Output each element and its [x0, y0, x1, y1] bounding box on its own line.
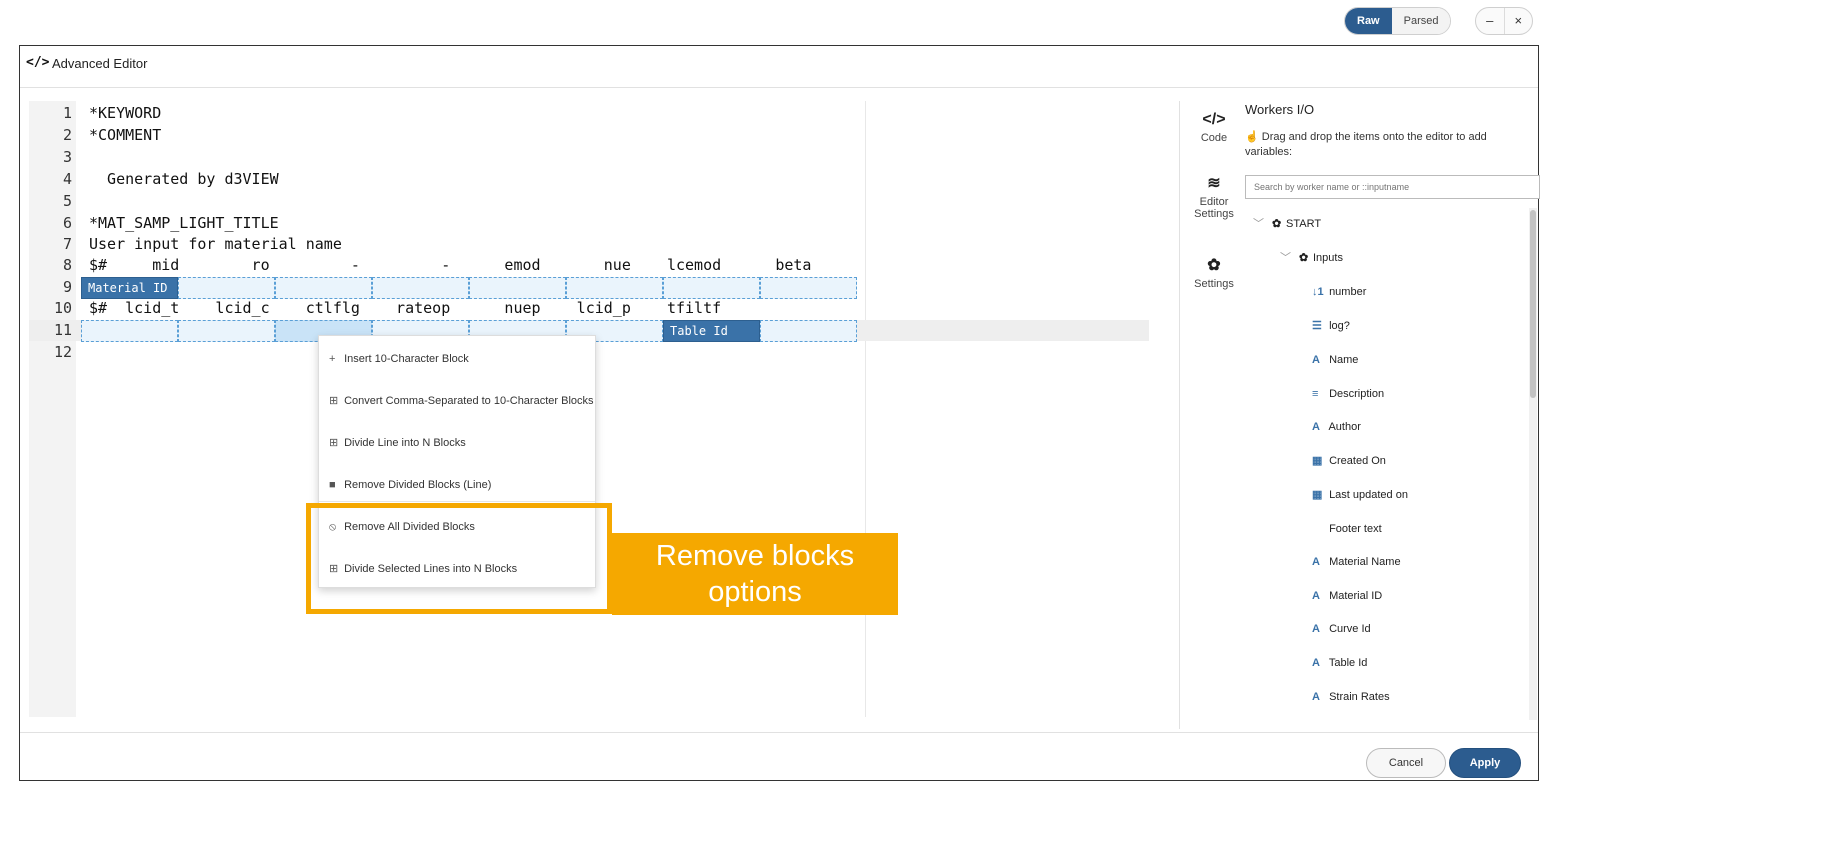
annotation-highlight-box [306, 503, 612, 614]
tree-item-material-name[interactable]: A Material Name [1312, 554, 1401, 570]
text-type-icon: A [1312, 657, 1320, 669]
tree-item-number[interactable]: ↓1 number [1312, 284, 1366, 300]
code-line: 6 *MAT_SAMP_LIGHT_TITLE [62, 214, 279, 232]
text-type-icon: A [1312, 421, 1320, 433]
block-row-line-9: Material ID [81, 277, 857, 299]
menu-item-insert-block[interactable]: + Insert 10-Character Block [329, 350, 469, 368]
tree-scrollbar-thumb[interactable] [1530, 210, 1536, 398]
block-cell[interactable] [760, 277, 857, 299]
chevron-down-icon[interactable]: ﹀ [1280, 252, 1291, 264]
list-icon: ☰ [1312, 320, 1322, 332]
calendar-icon: ▦ [1312, 455, 1323, 467]
code-line: 4 Generated by d3VIEW [62, 170, 279, 188]
title-bar: </> Advanced Editor [20, 46, 1538, 88]
code-icon: </> [26, 55, 50, 70]
workers-io-title: Workers I/O [1245, 102, 1315, 117]
grid-icon: ⊞ [329, 395, 339, 407]
raw-mode-button[interactable]: Raw [1345, 8, 1392, 34]
dialog-title: Advanced Editor [52, 56, 148, 71]
block-cell[interactable] [663, 277, 760, 299]
text-type-icon: A [1312, 691, 1320, 703]
gear-icon: ✿ [1207, 257, 1221, 274]
tree-item-strain-rates[interactable]: A Strain Rates [1312, 689, 1390, 705]
number-type-icon: ↓1 [1312, 286, 1324, 298]
chevron-down-icon[interactable]: ﹀ [1253, 218, 1264, 230]
tree-item-curve-id[interactable]: A Curve Id [1312, 621, 1371, 637]
tree-node-start[interactable]: ﹀ ✿ START [1253, 216, 1321, 232]
view-mode-toggle: Raw Parsed [1344, 7, 1452, 35]
workers-io-hint: ☝ Drag and drop the items onto the edito… [1245, 131, 1487, 158]
parsed-mode-button[interactable]: Parsed [1391, 8, 1451, 34]
tree-item-material-id[interactable]: A Material ID [1312, 588, 1382, 604]
annotation-callout: Remove blocks options [612, 533, 898, 615]
worker-search-input[interactable] [1245, 175, 1540, 199]
calendar-icon: ▦ [1312, 489, 1323, 501]
code-line: 2 *COMMENT [62, 126, 162, 144]
code-editor[interactable]: 1 *KEYWORD 2 *COMMENT 3 4 Generated by d3V… [29, 101, 1167, 717]
code-line: 10 $# lcid_t lcid_c ctlflg rateop nuep lc… [53, 299, 722, 317]
align-left-icon: ≡ [1312, 388, 1319, 400]
hand-pointer-icon: ☝ [1245, 131, 1259, 143]
tree-item-log[interactable]: ☰ log? [1312, 318, 1350, 334]
plus-icon: + [329, 353, 336, 365]
tree-item-description[interactable]: ≡ Description [1312, 386, 1384, 402]
tree-item-footer-text[interactable]: Footer text [1312, 521, 1382, 537]
callout-line-2: options [708, 576, 802, 608]
code-line: 12 [53, 343, 72, 361]
menu-item-convert-comma-separated[interactable]: ⊞ Convert Comma-Separated to 10-Characte… [329, 392, 594, 410]
callout-line-1: Remove blocks [655, 540, 855, 572]
code-line: 3 [62, 148, 72, 166]
grid-icon: ⊞ [329, 437, 339, 449]
window-controls: – × [1475, 7, 1533, 35]
menu-item-divide-line[interactable]: ⊞ Divide Line into N Blocks [329, 434, 466, 452]
code-line: 8 $# mid ro - - emod nue lcemod beta [62, 256, 812, 274]
tree-item-table-id[interactable]: A Table Id [1312, 655, 1367, 671]
menu-item-remove-divided-line[interactable]: ■ Remove Divided Blocks (Line) [329, 476, 491, 494]
tab-settings[interactable]: ✿ Settings [1180, 255, 1248, 290]
tree-item-name[interactable]: A Name [1312, 352, 1358, 368]
minimize-button[interactable]: – [1476, 8, 1505, 34]
code-line: 1 *KEYWORD [62, 104, 162, 122]
tree-item-last-updated-on[interactable]: ▦ Last updated on [1312, 487, 1408, 503]
text-type-icon: A [1312, 623, 1320, 635]
block-cell[interactable] [760, 320, 857, 342]
code-line: 7 User input for material name [62, 235, 342, 253]
menu-divider [319, 501, 595, 502]
tab-editor-settings[interactable]: ≋ Editor Settings [1180, 173, 1248, 220]
block-material-id[interactable]: Material ID [81, 277, 178, 299]
tree-item-author[interactable]: A Author [1312, 419, 1361, 435]
close-button[interactable]: × [1505, 8, 1533, 34]
code-icon: </> [1202, 111, 1226, 128]
minus-square-icon: ■ [329, 479, 336, 491]
cancel-button[interactable]: Cancel [1366, 748, 1446, 778]
gear-icon: ✿ [1299, 252, 1309, 264]
tree-item-created-on[interactable]: ▦ Created On [1312, 453, 1386, 469]
block-cell[interactable] [81, 320, 178, 342]
text-type-icon: A [1312, 556, 1320, 568]
tree-node-inputs[interactable]: ﹀ ✿ Inputs [1280, 250, 1343, 266]
block-cell[interactable] [372, 277, 469, 299]
block-cell[interactable] [178, 277, 275, 299]
block-cell[interactable] [469, 277, 566, 299]
text-type-icon: A [1312, 590, 1320, 602]
block-cell[interactable] [275, 277, 372, 299]
apply-button[interactable]: Apply [1449, 748, 1521, 778]
gear-icon: ✿ [1272, 218, 1282, 230]
block-cell[interactable] [178, 320, 275, 342]
code-line: 5 [62, 192, 72, 210]
block-table-id[interactable]: Table Id [663, 320, 760, 342]
footer-divider [20, 732, 1538, 733]
tab-code[interactable]: </> Code [1180, 111, 1248, 144]
block-cell[interactable] [566, 277, 663, 299]
sliders-icon: ≋ [1207, 175, 1221, 192]
text-type-icon: A [1312, 354, 1320, 366]
